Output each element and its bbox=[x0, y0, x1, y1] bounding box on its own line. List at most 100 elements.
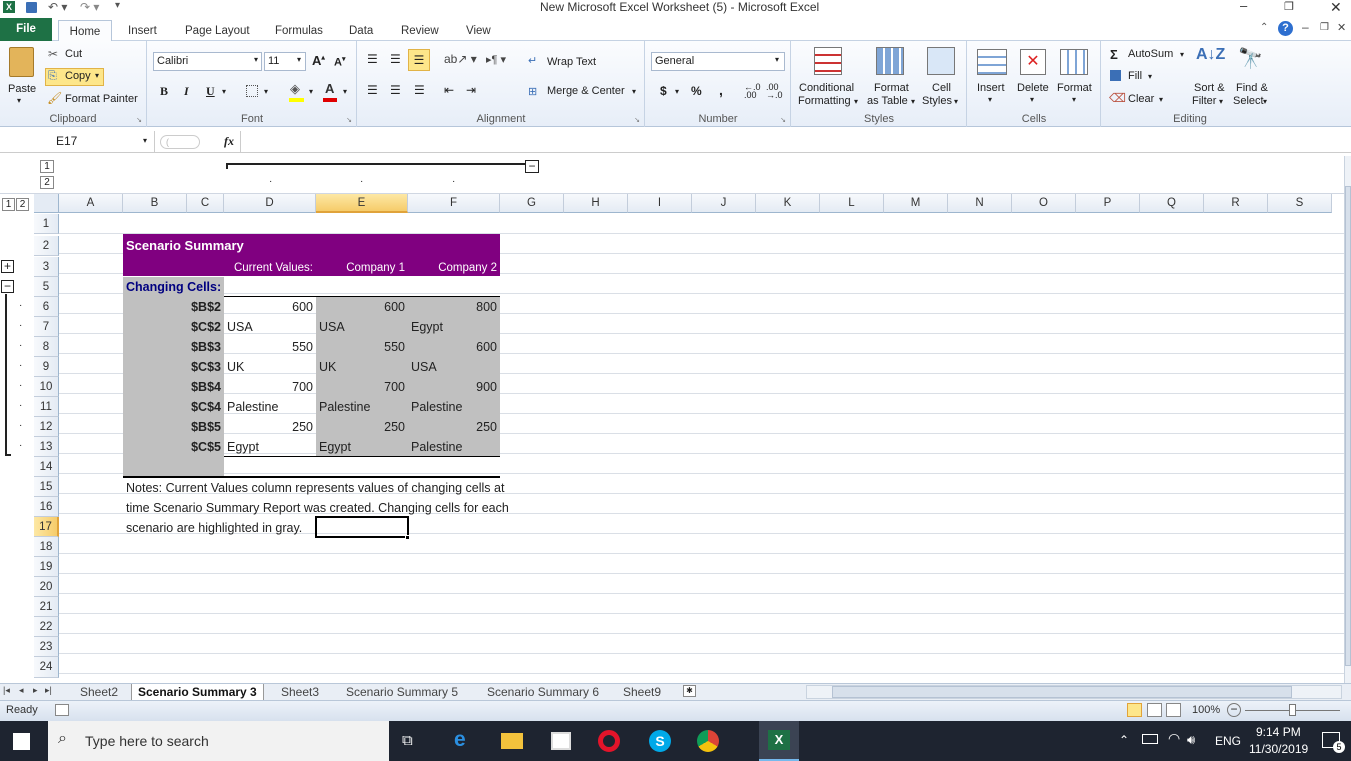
windows-start-icon[interactable] bbox=[13, 733, 30, 750]
page-break-view-icon[interactable] bbox=[1166, 703, 1181, 717]
align-center-icon[interactable]: ☰ bbox=[390, 83, 401, 97]
orientation-icon[interactable]: ab↗ ▾ bbox=[444, 52, 477, 66]
find-select-button[interactable]: Find & bbox=[1236, 82, 1268, 94]
sheet-tab-sheet2[interactable]: Sheet2 bbox=[74, 684, 124, 700]
horizontal-scroll-thumb[interactable] bbox=[832, 686, 1292, 698]
name-box-dropdown-icon[interactable]: ▾ bbox=[143, 136, 147, 145]
cell-company-2[interactable]: Palestine bbox=[408, 437, 500, 457]
row-header-24[interactable]: 24 bbox=[34, 657, 59, 678]
cell-ref[interactable]: $C$2 bbox=[123, 317, 224, 337]
col-header-s[interactable]: S bbox=[1268, 194, 1332, 213]
select-all-corner[interactable] bbox=[34, 194, 59, 213]
font-launcher-icon[interactable]: ↘ bbox=[346, 116, 352, 124]
align-middle-icon[interactable]: ☰ bbox=[390, 52, 401, 66]
cell-company-2[interactable]: 250 bbox=[408, 417, 500, 437]
row-header-15[interactable]: 15 bbox=[34, 477, 59, 497]
copy-dropdown-icon[interactable]: ▾ bbox=[95, 71, 99, 80]
row-header-23[interactable]: 23 bbox=[34, 637, 59, 657]
row-header-18[interactable]: 18 bbox=[34, 537, 59, 557]
redo-icon[interactable]: ↷ ▾ bbox=[80, 0, 99, 14]
row-header-19[interactable]: 19 bbox=[34, 557, 59, 577]
insert-dropdown-icon[interactable]: ▾ bbox=[988, 95, 992, 104]
row-header-9[interactable]: 9 bbox=[34, 357, 59, 377]
cell-ref[interactable]: $B$5 bbox=[123, 417, 224, 437]
cancel-entry-icon[interactable]: ( bbox=[160, 135, 200, 149]
align-top-icon[interactable]: ☰ bbox=[367, 52, 378, 66]
battery-icon[interactable] bbox=[1142, 734, 1158, 744]
bold-button[interactable]: B bbox=[160, 84, 168, 99]
cell-ref[interactable]: $C$3 bbox=[123, 357, 224, 377]
increase-indent-icon[interactable]: ⇥ bbox=[466, 83, 476, 97]
format-as-table-button-2[interactable]: as Table bbox=[867, 95, 908, 107]
selected-cell-e17[interactable] bbox=[315, 516, 409, 538]
grow-font-icon[interactable]: A▴ bbox=[312, 53, 325, 68]
cell-company-1[interactable]: 250 bbox=[316, 417, 408, 437]
row-header-8[interactable]: 8 bbox=[34, 337, 59, 357]
cell-company-2[interactable]: 800 bbox=[408, 297, 500, 317]
copy-button[interactable]: Copy bbox=[65, 70, 91, 82]
cell-current[interactable]: Egypt bbox=[224, 437, 316, 457]
underline-button[interactable]: U bbox=[206, 84, 215, 99]
row-header-10[interactable]: 10 bbox=[34, 377, 59, 397]
help-icon[interactable]: ? bbox=[1278, 21, 1293, 36]
taskbar-excel-icon[interactable]: X bbox=[759, 721, 799, 761]
fill-button[interactable]: Fill bbox=[1128, 70, 1142, 82]
fill-dropdown-icon[interactable]: ▾ bbox=[1148, 72, 1152, 81]
col-header-e[interactable]: E bbox=[316, 194, 408, 213]
cell-company-1[interactable]: 700 bbox=[316, 377, 408, 397]
text-direction-icon[interactable]: ▸¶ ▾ bbox=[486, 53, 506, 66]
skype-icon[interactable]: S bbox=[649, 730, 671, 752]
vertical-scrollbar[interactable] bbox=[1344, 156, 1351, 683]
find-select-button-2[interactable]: Select bbox=[1233, 95, 1264, 107]
col-header-q[interactable]: Q bbox=[1140, 194, 1204, 213]
cell-company-1[interactable]: Egypt bbox=[316, 437, 408, 457]
col-header-o[interactable]: O bbox=[1012, 194, 1076, 213]
decrease-indent-icon[interactable]: ⇤ bbox=[444, 83, 454, 97]
col-outline-level-1[interactable]: 1 bbox=[40, 160, 54, 173]
alignment-launcher-icon[interactable]: ↘ bbox=[634, 116, 640, 124]
col-header-f[interactable]: F bbox=[408, 194, 500, 213]
first-sheet-icon[interactable]: |◂ bbox=[3, 685, 10, 696]
row-header-16[interactable]: 16 bbox=[34, 497, 59, 517]
col-header-l[interactable]: L bbox=[820, 194, 884, 213]
cell-ref[interactable]: $B$2 bbox=[123, 297, 224, 317]
merge-dropdown-icon[interactable]: ▾ bbox=[632, 87, 636, 96]
col-header-b[interactable]: B bbox=[123, 194, 187, 213]
cell-current[interactable]: 600 bbox=[224, 297, 316, 317]
cell-company-2[interactable]: Egypt bbox=[408, 317, 500, 337]
autosum-button[interactable]: AutoSum bbox=[1128, 48, 1173, 60]
cell-current[interactable]: USA bbox=[224, 317, 316, 337]
cell-ref[interactable]: $C$4 bbox=[123, 397, 224, 417]
store-icon[interactable] bbox=[551, 732, 571, 750]
sheet-tab-scenario-summary-6[interactable]: Scenario Summary 6 bbox=[481, 684, 605, 700]
fill-dropdown-icon[interactable]: ▾ bbox=[309, 87, 313, 96]
col-header-c[interactable]: C bbox=[187, 194, 224, 213]
tab-review[interactable]: Review bbox=[393, 20, 447, 42]
chrome-icon[interactable] bbox=[697, 730, 719, 752]
row-header-6[interactable]: 6 bbox=[34, 297, 59, 317]
show-hidden-icons[interactable]: ⌃ bbox=[1119, 733, 1129, 747]
formula-input[interactable] bbox=[240, 131, 1351, 152]
cell-company-1[interactable]: 550 bbox=[316, 337, 408, 357]
sort-filter-button-2[interactable]: Filter bbox=[1192, 95, 1216, 107]
fill-color-icon[interactable]: ◈ bbox=[290, 81, 300, 97]
next-sheet-icon[interactable]: ▸ bbox=[33, 685, 38, 696]
col-header-r[interactable]: R bbox=[1204, 194, 1268, 213]
minimize-icon[interactable]: – bbox=[1240, 0, 1247, 13]
name-box[interactable]: E17 bbox=[0, 131, 155, 152]
col-header-k[interactable]: K bbox=[756, 194, 820, 213]
row-header-5[interactable]: 5 bbox=[34, 277, 59, 297]
clipboard-launcher-icon[interactable]: ↘ bbox=[136, 116, 142, 124]
cell-current[interactable]: 550 bbox=[224, 337, 316, 357]
col-header-h[interactable]: H bbox=[564, 194, 628, 213]
undo-icon[interactable]: ↶ ▾ bbox=[48, 0, 67, 14]
wb-restore-icon[interactable]: ❐ bbox=[1320, 22, 1329, 33]
number-format-select[interactable]: General bbox=[651, 52, 785, 71]
last-sheet-icon[interactable]: ▸| bbox=[45, 685, 52, 696]
format-dropdown-icon[interactable]: ▾ bbox=[1072, 95, 1076, 104]
number-format-dropdown-icon[interactable]: ▾ bbox=[775, 55, 779, 64]
conditional-formatting-button-2[interactable]: Formatting bbox=[798, 95, 851, 107]
cut-button[interactable]: Cut bbox=[65, 48, 82, 60]
file-explorer-icon[interactable] bbox=[501, 733, 523, 749]
tab-formulas[interactable]: Formulas bbox=[267, 20, 331, 42]
